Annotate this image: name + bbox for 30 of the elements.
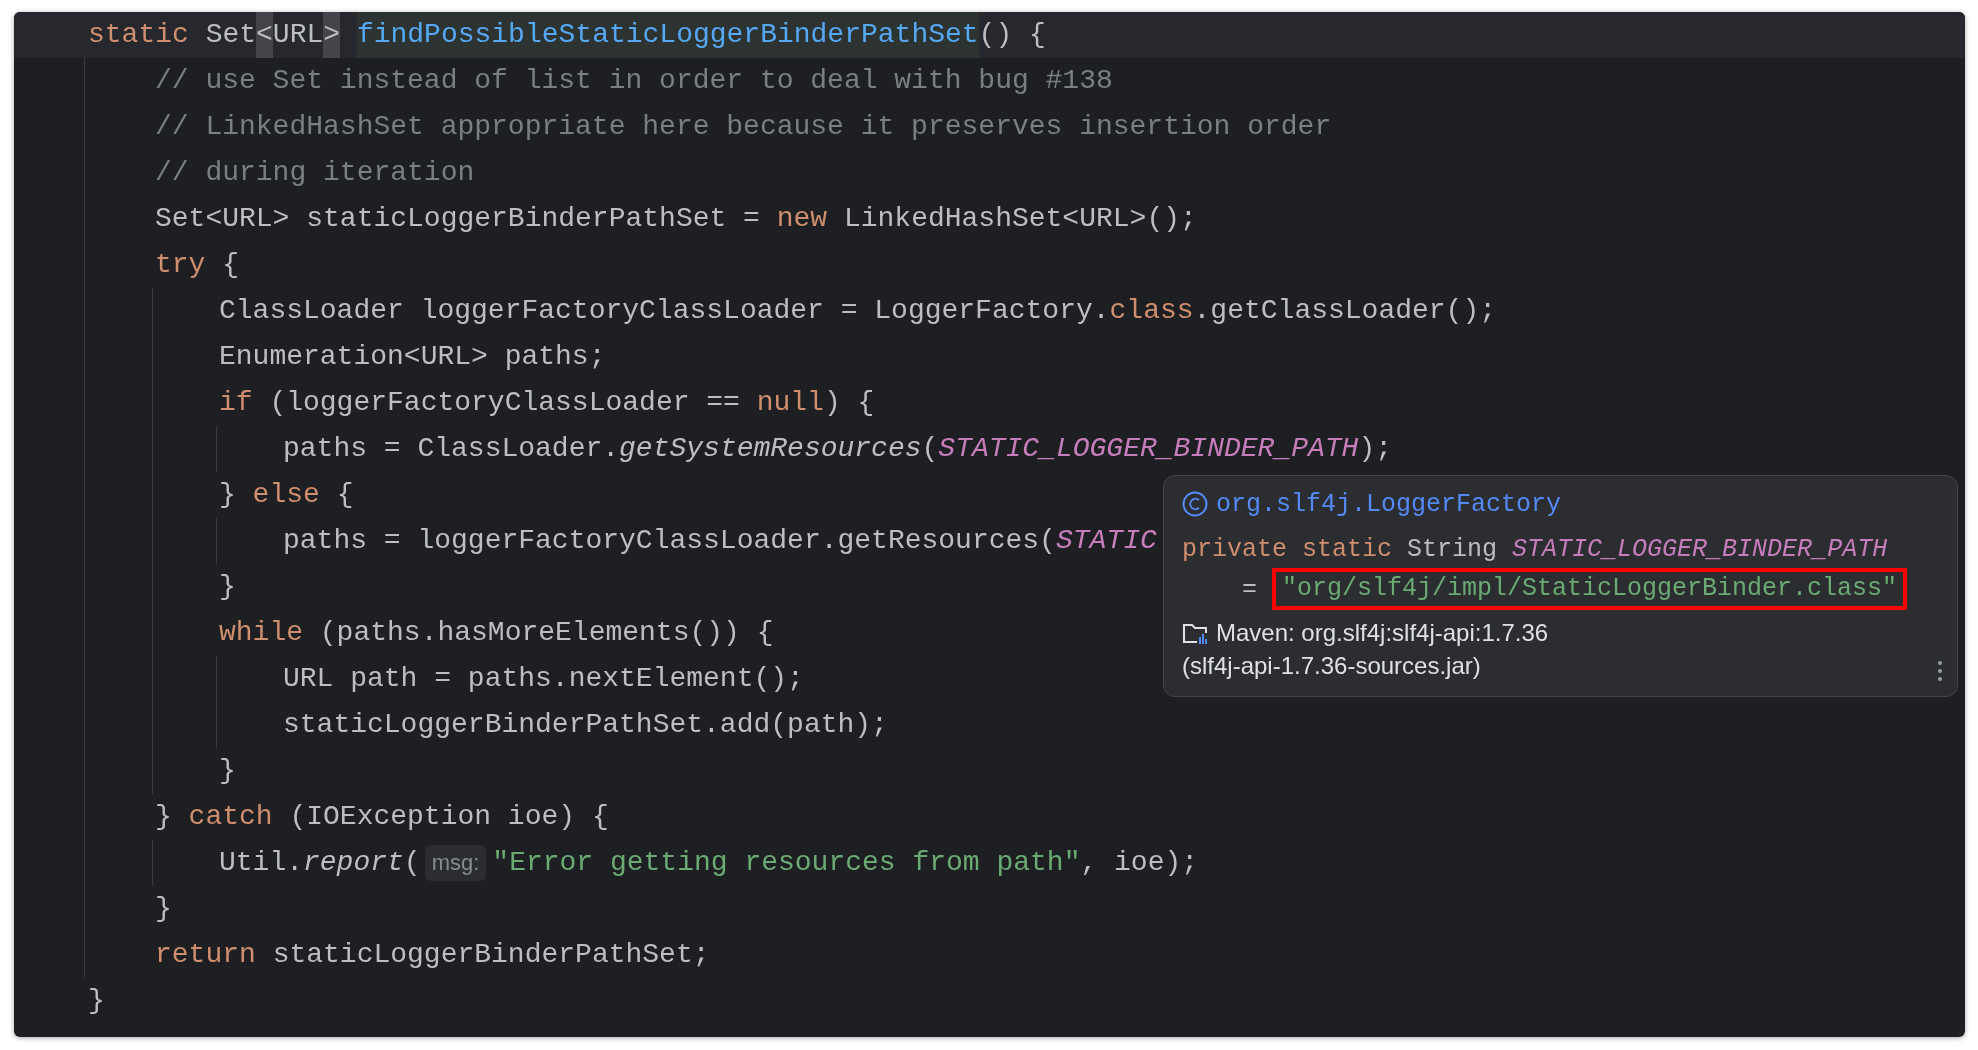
class-name: org.slf4j.LoggerFactory — [1216, 489, 1562, 519]
code-line: staticLoggerBinderPathSet.add(path); — [283, 708, 888, 742]
code-line: // during iteration — [155, 156, 475, 190]
code-text: Util.report( — [219, 846, 421, 880]
code-line: try { — [155, 248, 240, 282]
code-line: ClassLoader loggerFactoryClassLoader = LoggerFactory.class.getClassLoader(); — [219, 294, 1496, 328]
code-line: } — [219, 570, 236, 604]
code-line: } catch (IOException ioe) { — [155, 800, 609, 834]
code-line: while (paths.hasMoreElements()) { — [219, 616, 774, 650]
code-line: Set<URL> staticLoggerBinderPathSet = new LinkedHashSet<URL>(); — [155, 202, 1197, 236]
code-line: paths = ClassLoader.getSystemResources(STATIC_LOGGER_BINDER_PATH); — [283, 432, 1392, 466]
code-line: URL path = paths.nextElement(); — [283, 662, 804, 696]
code-line: paths = loggerFactoryClassLoader.getResources(STATIC — [283, 524, 1157, 558]
code-text: "Error getting resources from path", ioe); — [492, 846, 1199, 880]
code-line: if (loggerFactoryClassLoader == null) { — [219, 386, 875, 420]
code-line: } — [219, 754, 236, 788]
more-options-icon[interactable] — [1937, 660, 1943, 682]
code-line: static Set<URL> findPossibleStaticLoggerBinderPathSet() { — [88, 12, 1046, 58]
parameter-hint: msg: — [424, 845, 487, 881]
code-line: Enumeration<URL> paths; — [219, 340, 606, 374]
code-line: return staticLoggerBinderPathSet; — [155, 938, 710, 972]
archive-name: (slf4j-api-1.7.36-sources.jar) — [1182, 651, 1481, 680]
code-line: // use Set instead of list in order to deal with bug #138 — [155, 64, 1113, 98]
code-line: } — [88, 984, 105, 1018]
code-line: } — [155, 892, 172, 926]
library-name: Maven: org.slf4j:slf4j-api:1.7.36 — [1216, 618, 1549, 647]
code-line: // LinkedHashSet appropriate here because it preserves insertion order — [155, 110, 1332, 144]
class-icon — [1182, 491, 1208, 517]
code-line: } else { — [219, 478, 354, 512]
code-line: private static String STATIC_LOGGER_BINDER_PATH — [1182, 533, 1888, 566]
